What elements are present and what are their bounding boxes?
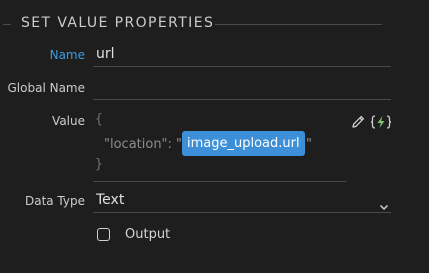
json-close-quote: " [306,137,312,152]
expression-pill[interactable]: image_upload.url [182,131,305,156]
output-checkbox-row[interactable]: Output [97,225,170,243]
data-type-underline [93,212,391,213]
name-input[interactable]: url [96,46,115,62]
json-close-brace: } [95,157,103,172]
name-label: Name [49,48,85,62]
name-field-underline [93,66,391,67]
section-header: SET VALUE PROPERTIES [0,13,429,37]
properties-panel: SET VALUE PROPERTIES Name url Global Nam… [0,0,429,273]
output-checkbox[interactable] [97,227,110,241]
json-key: "location": " [104,137,183,152]
value-label: Value [52,114,85,128]
pencil-icon[interactable] [349,113,367,131]
value-field-underline [93,181,346,182]
json-open-brace: { [95,112,103,127]
data-type-dropdown[interactable]: Text [93,190,391,212]
global-name-field-underline [93,99,391,100]
data-type-selected: Text [96,192,125,208]
global-name-label: Global Name [7,81,86,95]
output-label: Output [125,226,171,242]
data-type-label: Data Type [24,194,85,208]
header-divider-left [3,24,11,25]
dynamic-data-icon[interactable] [370,113,392,131]
section-title: SET VALUE PROPERTIES [21,15,215,31]
header-divider-right [215,24,382,25]
